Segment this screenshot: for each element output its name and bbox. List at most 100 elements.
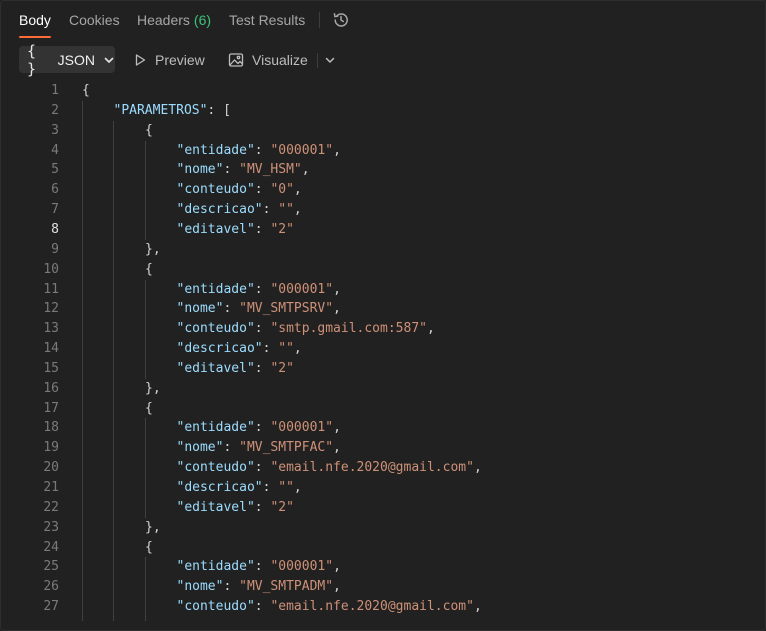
code-line: 5 "nome": "MV_HSM", xyxy=(1,160,761,180)
line-number: 25 xyxy=(43,559,59,575)
json-key: "editavel" xyxy=(176,360,255,376)
line-number: 26 xyxy=(43,579,59,595)
line-number: 19 xyxy=(43,440,59,456)
code-line: 15 "editavel": "2" xyxy=(1,359,761,379)
code-text: }, xyxy=(145,379,161,399)
json-punctuation: { xyxy=(82,83,90,98)
line-number: 17 xyxy=(43,400,59,416)
indent-guide xyxy=(82,100,83,621)
tab-headers-label: Headers xyxy=(137,12,190,28)
json-punctuation: : xyxy=(254,460,271,476)
code-text: "nome": "MV_HSM", xyxy=(177,160,310,180)
json-punctuation: : xyxy=(254,321,271,337)
line-number: 4 xyxy=(51,142,59,158)
image-icon xyxy=(228,52,244,68)
json-punctuation: , xyxy=(293,480,302,495)
line-number: 12 xyxy=(43,301,59,317)
code-line: 1{ xyxy=(1,81,761,101)
json-punctuation: { xyxy=(145,400,153,416)
line-number: 10 xyxy=(43,261,59,277)
code-text: "descricao": "", xyxy=(177,478,302,498)
visualize-options-button[interactable] xyxy=(321,46,339,73)
code-line: 26 "nome": "MV_SMTPADM", xyxy=(1,577,761,597)
json-key: "nome" xyxy=(176,162,224,178)
indent-guide xyxy=(113,120,114,621)
json-punctuation: : xyxy=(223,440,240,456)
indent-guide xyxy=(145,279,146,379)
code-line: 22 "editavel": "2" xyxy=(1,498,761,518)
line-number: 23 xyxy=(43,519,59,535)
code-line: 13 "conteudo": "smtp.gmail.com:587", xyxy=(1,319,761,339)
code-text: "entidade": "000001", xyxy=(177,418,341,438)
json-string: "MV_SMTPSRV" xyxy=(239,301,334,317)
json-string: "smtp.gmail.com:587" xyxy=(270,321,427,337)
code-text: "descricao": "", xyxy=(177,339,302,359)
json-punctuation: , xyxy=(426,321,435,337)
code-text: "descricao": "", xyxy=(177,200,302,220)
tab-cookies[interactable]: Cookies xyxy=(69,1,120,39)
json-punctuation: : xyxy=(254,499,271,515)
json-punctuation: , xyxy=(473,460,482,476)
code-text: { xyxy=(145,121,153,141)
line-number: 13 xyxy=(43,321,59,337)
code-text: { xyxy=(145,538,153,558)
code-text: "editavel": "2" xyxy=(177,498,294,518)
code-line: 14 "descricao": "", xyxy=(1,339,761,359)
json-key: "descricao" xyxy=(176,202,263,218)
json-code-editor[interactable]: 1{2 "PARAMETROS": [3{4 "entidade": "000001… xyxy=(1,81,761,621)
json-key: "nome" xyxy=(176,301,224,317)
json-string: "000001" xyxy=(270,142,334,158)
json-string: "MV_SMTPADM" xyxy=(239,579,334,595)
code-line: 10 { xyxy=(1,260,761,280)
response-toolbar: { } JSON Preview Visualize xyxy=(1,42,765,78)
code-line: 2 "PARAMETROS": [ xyxy=(1,101,761,121)
preview-button[interactable]: Preview xyxy=(133,46,205,73)
json-punctuation: , xyxy=(333,301,341,317)
code-line: 6 "conteudo": "0", xyxy=(1,180,761,200)
json-punctuation: { xyxy=(145,261,153,277)
json-key: "conteudo" xyxy=(176,460,255,476)
preview-label: Preview xyxy=(155,51,205,68)
json-key: "PARAMETROS" xyxy=(113,102,208,118)
code-text: { xyxy=(82,81,90,101)
json-punctuation: : xyxy=(262,480,279,495)
json-key: "entidade" xyxy=(176,142,255,158)
visualize-label: Visualize xyxy=(252,51,308,68)
code-line: 20 "conteudo": "email.nfe.2020@gmail.com"… xyxy=(1,458,761,478)
line-number: 3 xyxy=(51,122,59,138)
code-text: "PARAMETROS": [ xyxy=(114,101,231,121)
line-number: 6 xyxy=(51,182,59,198)
json-string: "email.nfe.2020@gmail.com" xyxy=(270,460,474,476)
history-button[interactable] xyxy=(331,10,351,30)
indent-guide xyxy=(145,557,146,621)
json-punctuation: : [ xyxy=(207,102,231,118)
tab-test-results[interactable]: Test Results xyxy=(229,1,305,39)
history-icon xyxy=(333,13,348,27)
json-string: "000001" xyxy=(270,420,334,436)
visualize-button[interactable]: Visualize xyxy=(228,46,308,73)
code-line: 17 { xyxy=(1,399,761,419)
format-select[interactable]: { } JSON xyxy=(19,42,115,78)
json-key: "conteudo" xyxy=(176,599,255,615)
json-key: "entidade" xyxy=(176,559,255,575)
line-number: 15 xyxy=(43,360,59,376)
json-key: "nome" xyxy=(176,440,224,456)
json-punctuation: }, xyxy=(145,241,161,257)
json-key: "entidade" xyxy=(176,420,255,436)
json-punctuation: : xyxy=(254,182,271,198)
tab-headers[interactable]: Headers (6) xyxy=(137,1,211,39)
line-number: 9 xyxy=(51,241,59,257)
line-number: 27 xyxy=(43,599,59,615)
json-key: "descricao" xyxy=(176,480,263,495)
json-punctuation: , xyxy=(301,162,310,178)
json-punctuation: , xyxy=(293,202,302,218)
code-line: 3{ xyxy=(1,121,761,141)
line-number: 1 xyxy=(51,83,59,98)
json-string: "2" xyxy=(270,499,294,515)
code-line: 18 "entidade": "000001", xyxy=(1,418,761,438)
json-string: "" xyxy=(278,341,294,357)
response-tabs: Body Cookies Headers (6) Test Results xyxy=(1,1,765,39)
code-line: 12 "nome": "MV_SMTPSRV", xyxy=(1,299,761,319)
tab-body[interactable]: Body xyxy=(19,1,51,39)
json-punctuation: { xyxy=(145,122,153,138)
